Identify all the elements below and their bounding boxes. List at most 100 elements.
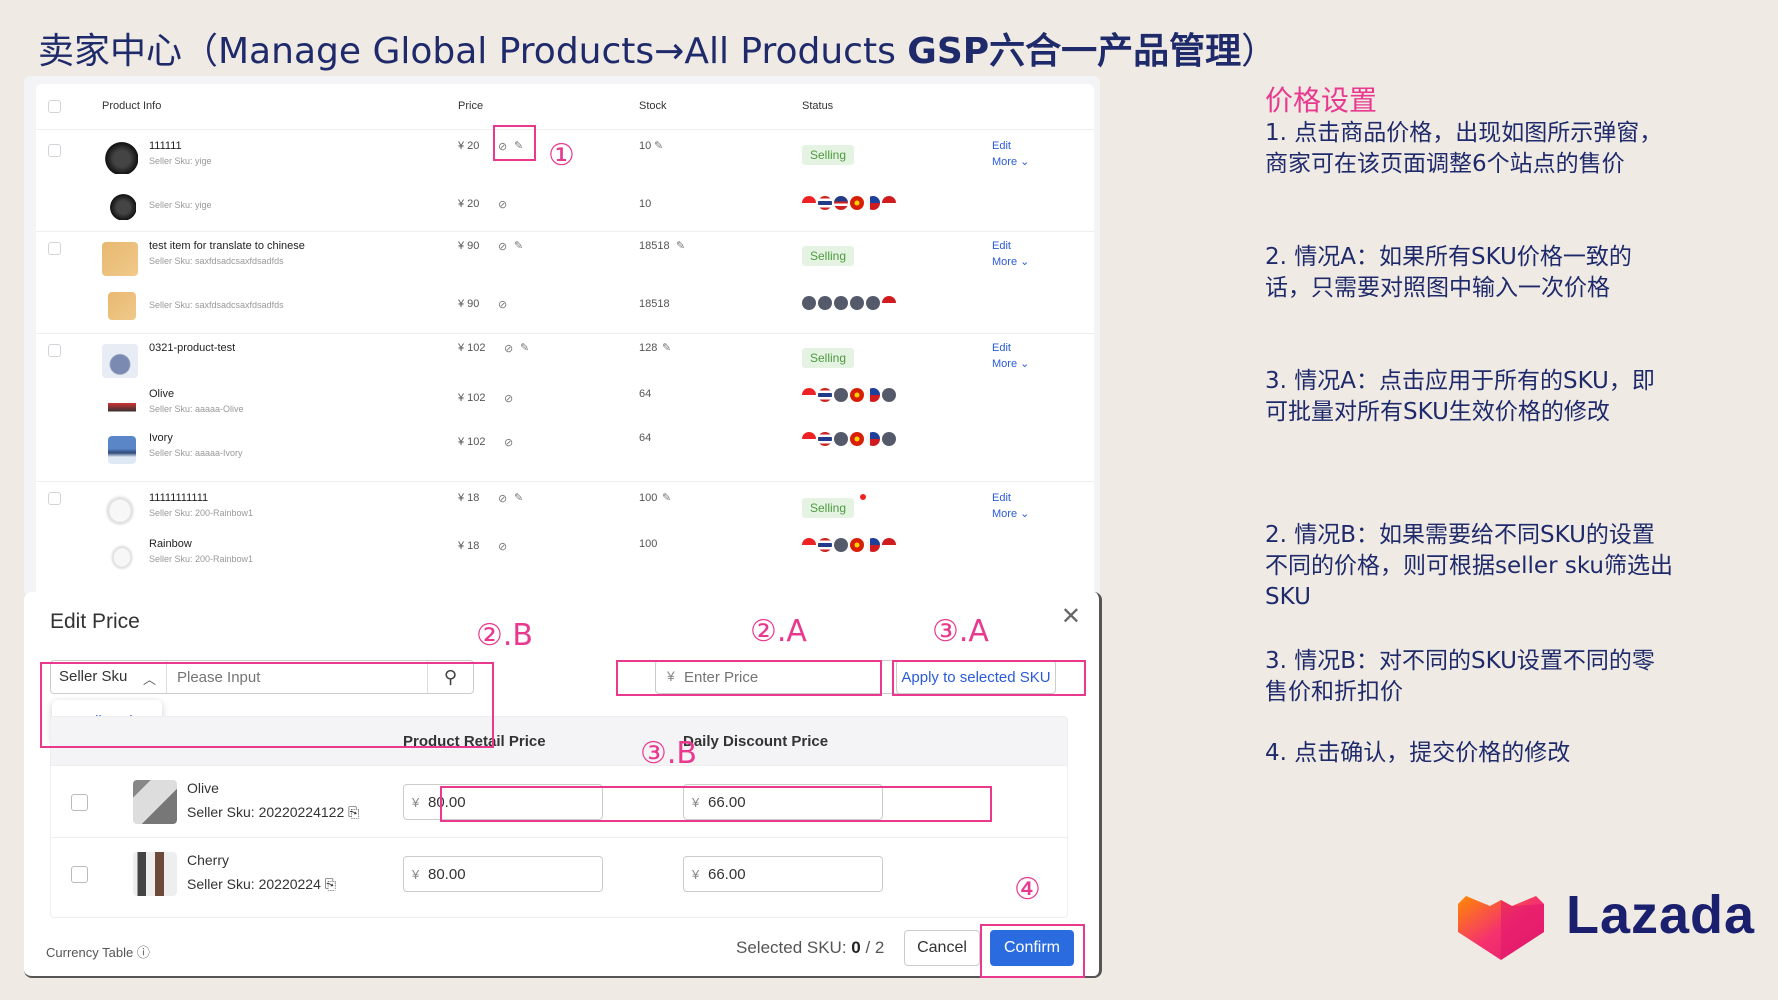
table-row[interactable]: Seller Sku: saxfdsadcsaxfdsadfds ¥ 90 ⊘ … bbox=[36, 284, 1094, 334]
row-actions: Edit More ⌄ bbox=[992, 138, 1029, 170]
row-checkbox[interactable] bbox=[48, 492, 61, 505]
edit-stock-icon[interactable]: ✎ bbox=[662, 341, 671, 354]
row-checkbox[interactable] bbox=[48, 144, 61, 157]
edit-stock-icon[interactable]: ✎ bbox=[662, 491, 671, 504]
seller-sku: Seller Sku: 200-Rainbow1 bbox=[149, 508, 254, 518]
vn-flag-icon bbox=[850, 538, 864, 552]
edit-price-icon[interactable]: ✎ bbox=[514, 239, 523, 252]
table-row[interactable]: test item for translate to chinese Selle… bbox=[36, 232, 1094, 282]
row-checkbox[interactable] bbox=[48, 344, 61, 357]
site-flag-icon bbox=[882, 388, 896, 402]
edit-stock-icon[interactable]: ✎ bbox=[654, 139, 663, 152]
product-price[interactable]: ¥ 18 bbox=[458, 492, 479, 504]
header-status: Status bbox=[802, 100, 834, 112]
vn-flag-icon bbox=[850, 388, 864, 402]
site-flags bbox=[802, 296, 896, 310]
copy-icon[interactable]: ⎘ bbox=[348, 804, 359, 820]
ph-flag-icon bbox=[866, 196, 880, 210]
edit-link[interactable]: Edit bbox=[992, 340, 1029, 356]
row-actions: Edit More ⌄ bbox=[992, 340, 1029, 372]
edit-price-modal: Edit Price ✕ Seller Sku ︿ ⚲ ✓ Seller Sku… bbox=[24, 592, 1102, 978]
variant-thumbnail bbox=[108, 542, 136, 570]
currency-icon: ⊘ bbox=[498, 299, 508, 311]
sg-flag-icon bbox=[802, 538, 816, 552]
edit-link[interactable]: Edit bbox=[992, 238, 1029, 254]
edit-stock-icon[interactable]: ✎ bbox=[676, 239, 685, 252]
product-thumbnail bbox=[102, 242, 138, 276]
header-price: Price bbox=[458, 100, 484, 112]
table-row[interactable]: 0321-product-test ¥ 102 ⊘ ✎ 128 ✎ Sellin… bbox=[36, 334, 1094, 384]
annotation-step-2b: ②.B bbox=[476, 618, 534, 653]
more-link[interactable]: More ⌄ bbox=[992, 506, 1029, 522]
lazada-heart-logo bbox=[1458, 896, 1544, 960]
product-name: 111111 bbox=[149, 140, 182, 152]
edit-link[interactable]: Edit bbox=[992, 490, 1029, 506]
variant-price[interactable]: ¥ 18 bbox=[458, 540, 479, 552]
sku-thumbnail bbox=[133, 780, 177, 824]
chevron-down-icon: ⌄ bbox=[1020, 156, 1030, 168]
ph-flag-icon bbox=[866, 388, 880, 402]
header-discount-price: Daily Discount Price bbox=[683, 733, 829, 750]
table-row[interactable]: Rainbow Seller Sku: 200-Rainbow1 ¥ 18 ⊘ … bbox=[36, 536, 1094, 586]
site-flag-icon bbox=[834, 388, 848, 402]
instruction-step: 3. 情况A：点击应用于所有的SKU，即可批量对所有SKU生效价格的修改 bbox=[1265, 368, 1655, 425]
highlight-edit-price bbox=[493, 125, 536, 161]
annotation-step-4: ④ bbox=[1014, 872, 1041, 907]
seller-sku: Seller Sku: yige bbox=[149, 156, 212, 166]
my-flag-icon bbox=[834, 196, 848, 210]
product-price[interactable]: ¥ 20 bbox=[458, 140, 479, 152]
product-stock: 18518 bbox=[639, 240, 670, 252]
more-link[interactable]: More ⌄ bbox=[992, 154, 1029, 170]
copy-icon[interactable]: ⎘ bbox=[325, 876, 336, 892]
product-price[interactable]: ¥ 90 bbox=[458, 240, 479, 252]
table-row[interactable]: Olive Seller Sku: aaaaa-Olive ¥ 102 ⊘ 64 bbox=[36, 384, 1094, 434]
instruction-step: 1. 点击商品价格，出现如图所示弹窗，商家可在该页面调整6个站点的售价 bbox=[1265, 120, 1663, 177]
currency-table-link[interactable]: Currency Table ⓘ bbox=[46, 942, 150, 961]
row-actions: Edit More ⌄ bbox=[992, 238, 1029, 270]
product-name: 0321-product-test bbox=[149, 342, 236, 354]
variant-price[interactable]: ¥ 90 bbox=[458, 298, 479, 310]
yen-symbol: ¥ bbox=[412, 795, 420, 810]
product-group: 0321-product-test ¥ 102 ⊘ ✎ 128 ✎ Sellin… bbox=[36, 334, 1094, 482]
table-row[interactable]: Ivory Seller Sku: aaaaa-Ivory ¥ 102 ⊘ 64 bbox=[36, 430, 1094, 480]
vn-flag-icon bbox=[850, 432, 864, 446]
close-icon[interactable]: ✕ bbox=[1061, 602, 1081, 631]
cancel-button[interactable]: Cancel bbox=[904, 930, 980, 966]
discount-price-input[interactable]: ¥ 66.00 bbox=[683, 856, 883, 892]
edit-link[interactable]: Edit bbox=[992, 138, 1029, 154]
select-all-checkbox[interactable] bbox=[48, 100, 61, 113]
site-flags bbox=[802, 538, 896, 552]
id-flag-icon bbox=[882, 296, 896, 310]
sku-name: Olive bbox=[187, 780, 219, 796]
variant-name: Olive bbox=[149, 388, 175, 400]
variant-thumbnail bbox=[108, 392, 136, 420]
variant-stock: 64 bbox=[639, 388, 652, 400]
variant-thumbnail bbox=[108, 292, 136, 320]
product-name: 11111111111 bbox=[149, 492, 209, 504]
retail-price-input[interactable]: ¥ 80.00 bbox=[403, 856, 603, 892]
site-flags bbox=[802, 388, 896, 402]
row-checkbox[interactable] bbox=[48, 242, 61, 255]
seller-sku: Seller Sku: aaaaa-Olive bbox=[149, 404, 244, 414]
sku-checkbox[interactable] bbox=[71, 866, 88, 883]
seller-sku: Seller Sku: 200-Rainbow1 bbox=[149, 554, 254, 564]
edit-price-icon[interactable]: ✎ bbox=[514, 491, 523, 504]
variant-price[interactable]: ¥ 102 bbox=[458, 436, 486, 448]
variant-price[interactable]: ¥ 20 bbox=[458, 198, 479, 210]
page-title: 卖家中心（Manage Global Products→All Products… bbox=[38, 31, 1278, 72]
th-flag-icon bbox=[818, 196, 832, 210]
id-flag-icon bbox=[882, 196, 896, 210]
currency-icon: ⊘ bbox=[504, 437, 514, 449]
table-row[interactable]: Seller Sku: yige ¥ 20 ⊘ 10 bbox=[36, 182, 1094, 232]
variant-price[interactable]: ¥ 102 bbox=[458, 392, 486, 404]
table-row[interactable]: 11111111111 Seller Sku: 200-Rainbow1 ¥ 1… bbox=[36, 482, 1094, 532]
sku-checkbox[interactable] bbox=[71, 794, 88, 811]
table-row: Cherry Seller Sku: 20220224 ⎘ ¥ 80.00 ¥ … bbox=[51, 837, 1067, 909]
more-link[interactable]: More ⌄ bbox=[992, 254, 1029, 270]
th-flag-icon bbox=[818, 432, 832, 446]
sg-flag-icon bbox=[802, 196, 816, 210]
product-price[interactable]: ¥ 102 bbox=[458, 342, 486, 354]
edit-price-icon[interactable]: ✎ bbox=[520, 341, 529, 354]
more-link[interactable]: More ⌄ bbox=[992, 356, 1029, 372]
lazada-wordmark: Lazada bbox=[1566, 885, 1756, 945]
